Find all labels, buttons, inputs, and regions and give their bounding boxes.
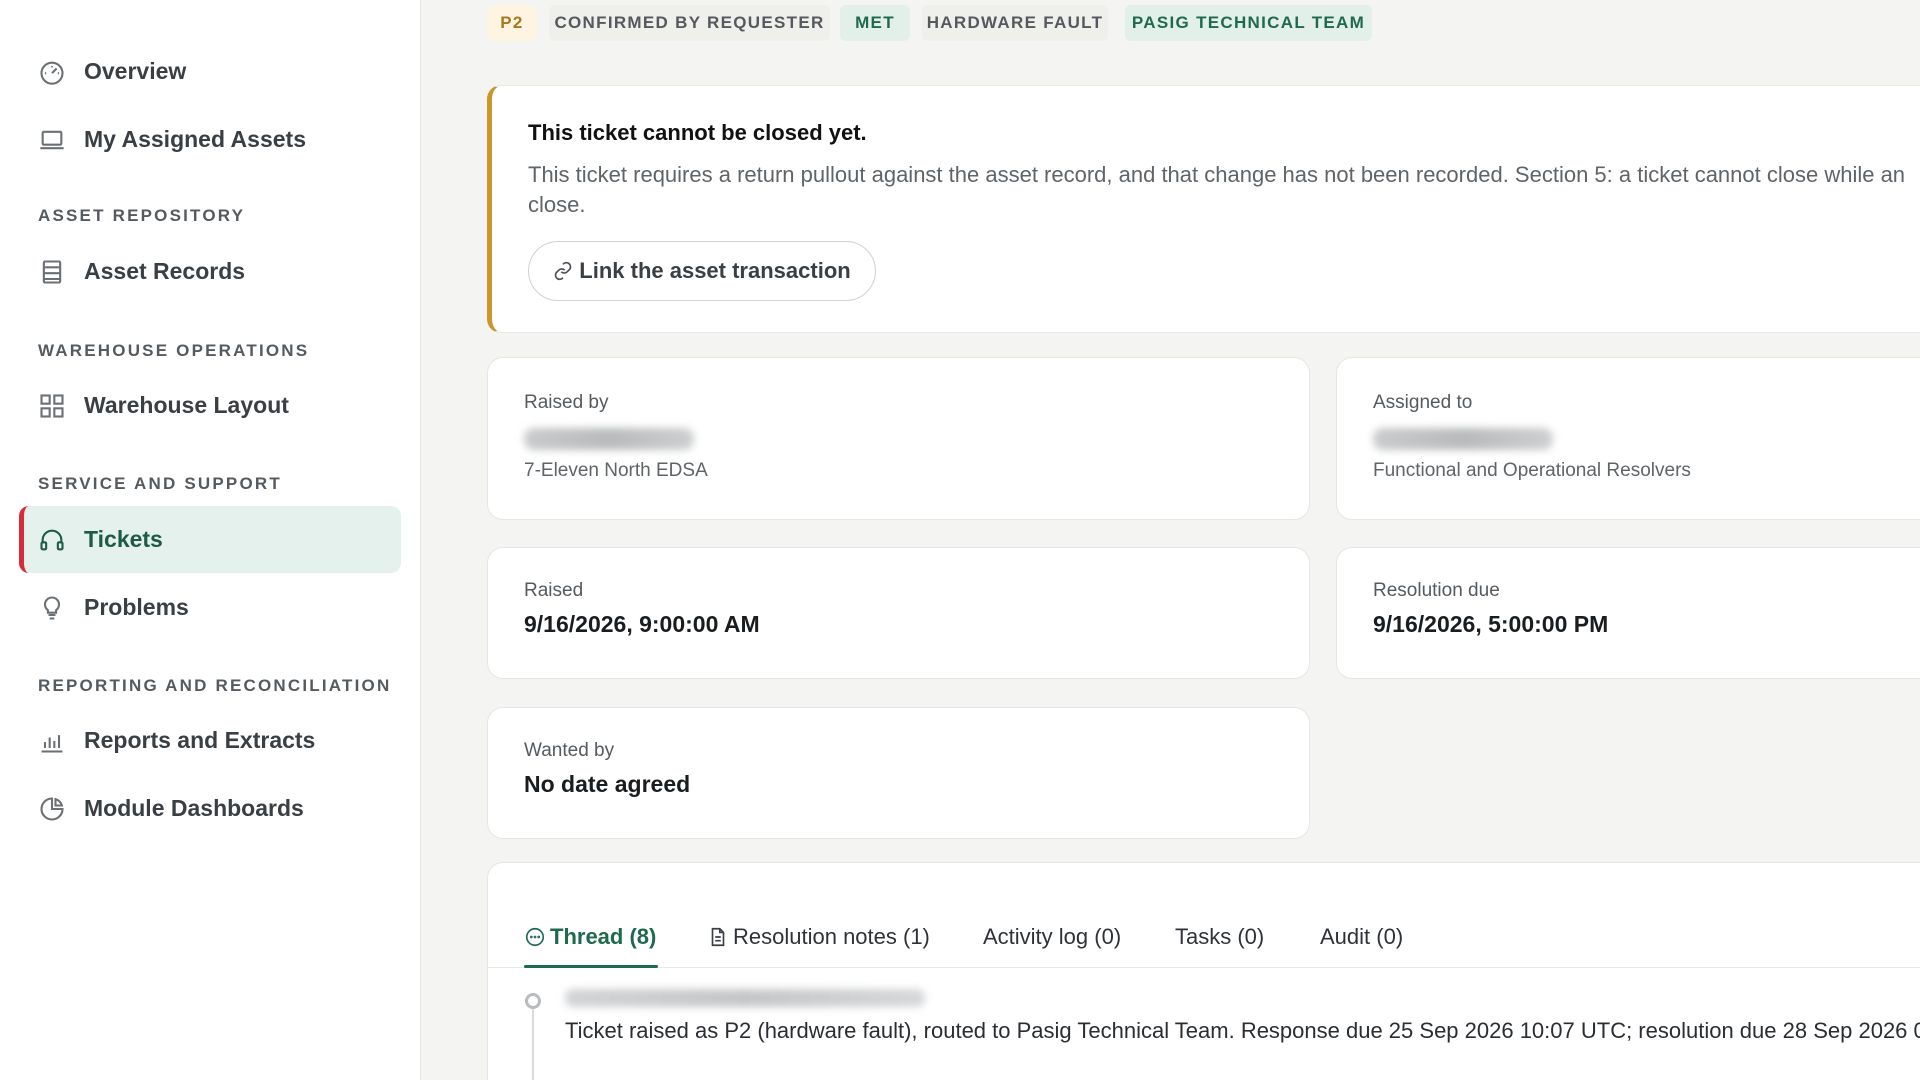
status-tag: CONFIRMED BY REQUESTER <box>549 5 830 41</box>
section-label-service-and-support: SERVICE AND SUPPORT <box>38 474 282 493</box>
sidebar-item-tickets[interactable]: Tickets <box>19 506 401 573</box>
resolution-due-card: Resolution due 9/16/2026, 5:00:00 PM <box>1336 547 1920 679</box>
ticket-activity-panel: Thread (8) Resolution notes (1) Activity… <box>487 862 1920 1080</box>
sidebar-item-problems[interactable]: Problems <box>19 574 401 641</box>
team-tag: PASIG TECHNICAL TEAM <box>1125 5 1372 41</box>
sidebar-item-label: Tickets <box>84 526 163 552</box>
assigned-to-group: Functional and Operational Resolvers <box>1373 460 1691 481</box>
tab-activity-log[interactable]: Activity log (0) <box>983 917 1121 957</box>
sidebar-item-warehouse-layout[interactable]: Warehouse Layout <box>19 372 401 439</box>
sidebar-item-asset-records[interactable]: Asset Records <box>19 238 401 305</box>
tab-label: Thread (8) <box>550 924 657 949</box>
sidebar-item-label: Warehouse Layout <box>84 392 289 418</box>
pie-chart-icon <box>38 795 66 823</box>
thread-entry-author-redacted <box>565 989 925 1007</box>
link-icon <box>553 261 579 281</box>
wanted-by-label: Wanted by <box>524 740 615 761</box>
sidebar-item-label: My Assigned Assets <box>84 126 306 152</box>
priority-tag: P2 <box>487 5 537 41</box>
assigned-to-label: Assigned to <box>1373 392 1473 413</box>
records-icon <box>38 258 66 286</box>
raised-card: Raised 9/16/2026, 9:00:00 AM <box>487 547 1310 679</box>
sidebar-item-label: Overview <box>84 58 187 84</box>
lightbulb-icon <box>38 594 66 622</box>
alert-title: This ticket cannot be closed yet. <box>528 120 867 145</box>
tab-label: Activity log (0) <box>983 924 1122 949</box>
raised-by-label: Raised by <box>524 392 609 413</box>
assigned-to-name-redacted <box>1373 428 1553 450</box>
wanted-by-card: Wanted by No date agreed <box>487 707 1310 839</box>
laptop-icon <box>38 126 66 154</box>
tab-resolution-notes[interactable]: Resolution notes (1) <box>707 917 930 957</box>
tab-thread[interactable]: Thread (8) <box>524 917 656 957</box>
assigned-to-card: Assigned to Functional and Operational R… <box>1336 357 1920 520</box>
bar-chart-icon <box>38 727 66 755</box>
sidebar-item-label: Reports and Extracts <box>84 727 316 753</box>
link-asset-transaction-button[interactable]: Link the asset transaction <box>528 241 876 301</box>
sidebar: Overview My Assigned Assets ASSET REPOSI… <box>0 0 421 1080</box>
tab-label: Resolution notes (1) <box>733 924 930 949</box>
tab-tasks[interactable]: Tasks (0) <box>1175 917 1264 957</box>
active-tab-indicator <box>524 965 658 968</box>
document-icon <box>707 926 733 948</box>
sidebar-item-label: Asset Records <box>84 258 246 284</box>
raised-by-location: 7-Eleven North EDSA <box>524 460 708 481</box>
raised-by-name-redacted <box>524 428 694 450</box>
tab-divider <box>488 967 1920 968</box>
section-label-warehouse-operations: WAREHOUSE OPERATIONS <box>38 341 310 360</box>
sidebar-item-module-dashboards[interactable]: Module Dashboards <box>19 775 401 842</box>
grid-icon <box>38 392 66 420</box>
close-blocked-alert: This ticket cannot be closed yet. This t… <box>487 85 1920 333</box>
resolution-due-value: 9/16/2026, 5:00:00 PM <box>1373 611 1609 637</box>
link-asset-transaction-label: Link the asset transaction <box>579 258 851 283</box>
chat-bubble-icon <box>524 926 550 948</box>
section-label-asset-repository: ASSET REPOSITORY <box>38 206 246 225</box>
sidebar-item-label: Module Dashboards <box>84 795 304 821</box>
wanted-by-value: No date agreed <box>524 771 691 797</box>
resolution-due-label: Resolution due <box>1373 580 1500 601</box>
sidebar-item-overview[interactable]: Overview <box>19 38 401 105</box>
category-tag: HARDWARE FAULT <box>922 5 1108 41</box>
alert-body-continued: close. <box>528 192 586 217</box>
tab-label: Audit (0) <box>1320 924 1404 949</box>
sla-tag: MET <box>840 5 910 41</box>
timeline-dot <box>525 993 541 1009</box>
thread-entry-text: Ticket raised as P2 (hardware fault), ro… <box>565 1018 1920 1043</box>
tab-audit[interactable]: Audit (0) <box>1320 917 1403 957</box>
gauge-icon <box>38 58 66 86</box>
raised-by-card: Raised by 7-Eleven North EDSA <box>487 357 1310 520</box>
raised-value: 9/16/2026, 9:00:00 AM <box>524 611 760 637</box>
section-label-reporting: REPORTING AND RECONCILIATION <box>38 676 392 695</box>
sidebar-item-my-assigned-assets[interactable]: My Assigned Assets <box>19 106 401 173</box>
headset-icon <box>38 526 66 554</box>
sidebar-item-reports-and-extracts[interactable]: Reports and Extracts <box>19 707 401 774</box>
tab-label: Tasks (0) <box>1175 924 1265 949</box>
timeline-line <box>532 1009 534 1080</box>
sidebar-item-label: Problems <box>84 594 189 620</box>
raised-label: Raised <box>524 580 584 601</box>
alert-body: This ticket requires a return pullout ag… <box>528 162 1906 187</box>
